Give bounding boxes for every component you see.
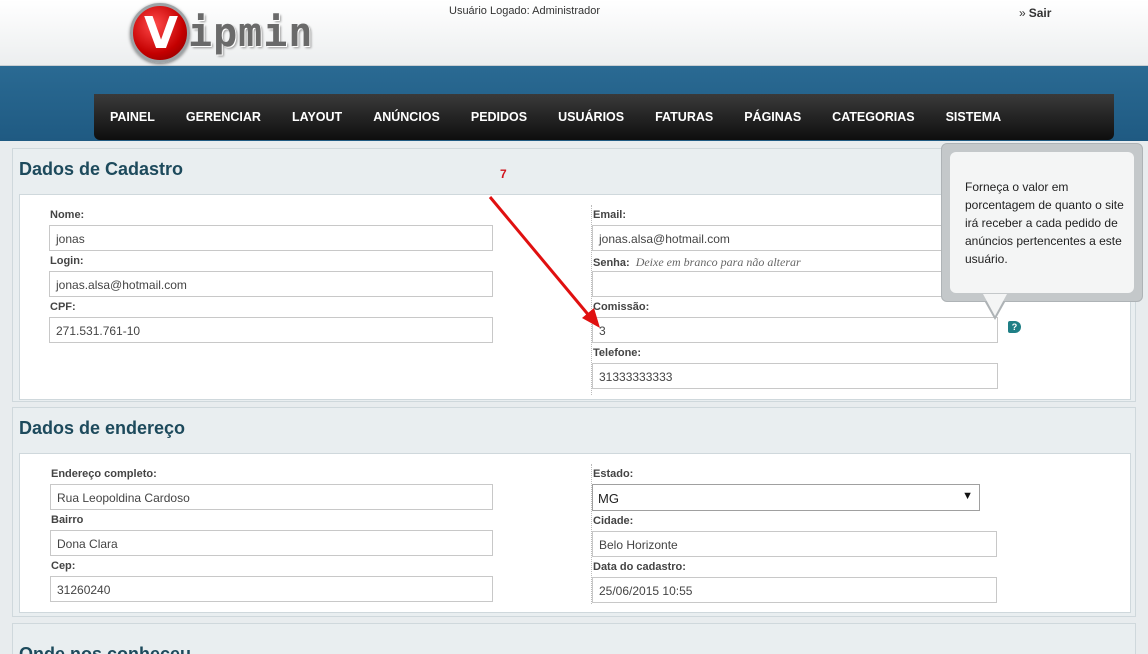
logo-letter: V [143, 8, 179, 59]
nav-item-usuarios[interactable]: USUÁRIOS [558, 110, 624, 124]
nav-item-painel[interactable]: PAINEL [110, 110, 155, 124]
nav-item-categorias[interactable]: CATEGORIAS [832, 110, 914, 124]
onde-title: Onde nos conheceu [19, 644, 192, 654]
cadastro-title: Dados de Cadastro [19, 159, 184, 179]
nome-label: Nome: [50, 209, 85, 221]
telefone-field[interactable]: 31333333333 [592, 363, 998, 389]
estado-selected-value: MG [598, 491, 619, 506]
nav-item-gerenciar[interactable]: GERENCIAR [186, 110, 261, 124]
logo-text: ipmin [188, 10, 314, 56]
nav-item-sistema[interactable]: SISTEMA [946, 110, 1002, 124]
data-cadastro-field[interactable]: 25/06/2015 10:55 [592, 577, 997, 603]
login-field[interactable]: jonas.alsa@hotmail.com [49, 271, 493, 297]
senha-label: Senha: Deixe em branco para não alterar [593, 255, 801, 270]
nav-item-anuncios[interactable]: ANÚNCIOS [373, 110, 440, 124]
onde-panel: Onde nos conheceu [12, 623, 1136, 654]
nav-item-paginas[interactable]: PÁGINAS [744, 110, 801, 124]
double-chevron-right-icon: » [1019, 6, 1026, 20]
bairro-label: Bairro [51, 514, 84, 526]
cpf-field[interactable]: 271.531.761-10 [49, 317, 493, 343]
endereco-field[interactable]: Rua Leopoldina Cardoso [50, 484, 493, 510]
bairro-field[interactable]: Dona Clara [50, 530, 493, 556]
estado-select[interactable]: MG ▼ [592, 484, 980, 511]
telefone-label: Telefone: [593, 347, 642, 359]
nav-item-faturas[interactable]: FATURAS [655, 110, 713, 124]
data-cadastro-label: Data do cadastro: [593, 561, 686, 573]
comissao-field[interactable]: 3 [592, 317, 998, 343]
top-banner: PAINEL GERENCIAR LAYOUT ANÚNCIOS PEDIDOS… [0, 66, 1148, 141]
senha-field[interactable] [592, 271, 998, 297]
logo-badge: V [130, 3, 190, 63]
comissao-label: Comissão: [593, 301, 650, 313]
help-tooltip: Forneça o valor em porcentagem de quanto… [941, 143, 1143, 302]
annotation-number: 7 [500, 167, 507, 181]
header: V ipmin Usuário Logado: Administrador » S… [0, 0, 1148, 66]
vipmin-logo[interactable]: V ipmin [130, 3, 330, 63]
logout-link[interactable]: » Sair [1019, 6, 1051, 20]
cpf-label: CPF: [50, 301, 76, 313]
cep-label: Cep: [51, 560, 76, 572]
nome-field[interactable]: jonas [49, 225, 493, 251]
email-label: Email: [593, 209, 627, 221]
senha-hint: Deixe em branco para não alterar [635, 255, 801, 269]
logged-user-text: Usuário Logado: Administrador [449, 5, 601, 17]
nav-item-pedidos[interactable]: PEDIDOS [471, 110, 527, 124]
cep-field[interactable]: 31260240 [50, 576, 493, 602]
endereco-label: Endereço completo: [51, 468, 157, 480]
nav-item-layout[interactable]: LAYOUT [292, 110, 342, 124]
senha-label-text: Senha: [593, 257, 630, 269]
main-nav: PAINEL GERENCIAR LAYOUT ANÚNCIOS PEDIDOS… [94, 94, 1114, 140]
tooltip-text: Forneça o valor em porcentagem de quanto… [950, 152, 1134, 293]
help-tag-icon[interactable]: ? [1008, 321, 1021, 333]
tooltip-tail [983, 294, 1007, 316]
email-field[interactable]: jonas.alsa@hotmail.com [592, 225, 998, 251]
cidade-label: Cidade: [593, 515, 634, 527]
endereco-title: Dados de endereço [19, 418, 186, 438]
dropdown-arrow-icon: ▼ [962, 490, 973, 502]
logout-label: Sair [1028, 6, 1052, 20]
cidade-field[interactable]: Belo Horizonte [592, 531, 997, 557]
estado-label: Estado: [593, 468, 634, 480]
login-label: Login: [50, 255, 84, 267]
